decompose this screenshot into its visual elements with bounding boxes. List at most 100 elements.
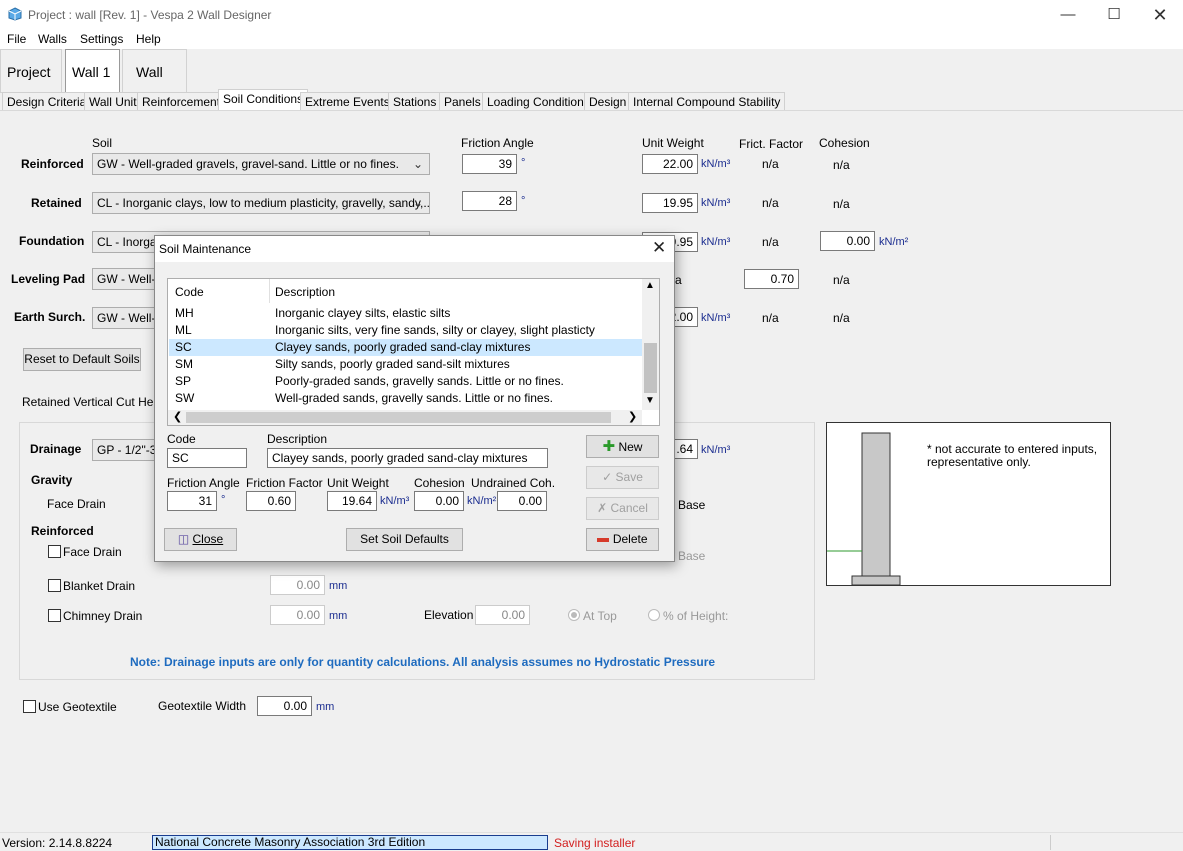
row-label-retained: Retained [31,196,82,210]
reinforced-soil-select[interactable]: GW - Well-graded gravels, gravel-sand. L… [92,153,430,175]
pct-height-radio[interactable] [648,609,660,621]
scroll-down-icon[interactable]: ▼ [645,395,655,406]
drainage-soil-select[interactable]: GP - 1/2"-3/ [92,439,162,461]
list-item-desc: Inorganic clayey silts, elastic silts [275,306,451,320]
list-item-selected[interactable]: SC Clayey sands, poorly graded sand-clay … [169,339,642,356]
close-window-icon[interactable]: ✕ [1137,0,1183,30]
dialog-close-button[interactable]: ◫ Close [164,528,237,551]
minus-icon [597,537,610,542]
cancel-button[interactable]: ✗ Cancel [586,497,659,520]
scroll-up-icon[interactable]: ▲ [645,280,655,291]
undrained-coh-input[interactable]: 0.00 [497,491,547,511]
elevation-input[interactable]: 0.00 [475,605,530,625]
menu-file[interactable]: File [7,32,26,46]
tab-wall[interactable]: Wall [122,49,187,93]
list-item[interactable]: SP Poorly-graded sands, gravelly sands. L… [169,373,642,390]
menu-walls[interactable]: Walls [38,32,67,46]
list-header-code: Code [175,285,204,299]
friction-factor-input[interactable]: 0.60 [246,491,296,511]
subtab-extreme-events[interactable]: Extreme Events [300,92,395,111]
hscrollbar-thumb[interactable] [186,412,611,423]
header-friction-angle: Friction Angle [461,136,534,150]
list-header-description: Description [275,285,336,299]
leveling-partial: a [675,273,682,287]
tab-project[interactable]: Project [0,49,62,93]
subtab-reinforcement[interactable]: Reinforcement [137,92,226,111]
retained-vertical-cut-label: Retained Vertical Cut Height [22,395,173,409]
horizontal-scrollbar[interactable]: ❮ ❯ [168,410,642,425]
earth-cohesion: n/a [833,311,850,325]
subtab-soil-conditions[interactable]: Soil Conditions [218,89,309,111]
description-input[interactable]: Clayey sands, poorly graded sand-clay mi… [267,448,548,468]
unit-knm3: kN/m³ [701,312,731,324]
new-button[interactable]: ✚ New [586,435,659,458]
list-item-code: SM [175,357,193,371]
tab-divider [0,110,1183,111]
degree-unit: ° [521,195,526,207]
retained-unit-weight-input[interactable]: 19.95 [642,193,698,213]
retained-soil-select[interactable]: CL - Inorganic clays, low to medium plas… [92,192,430,214]
leveling-friction-factor-input[interactable]: 0.70 [744,269,799,289]
subtab-design[interactable]: Design [584,92,632,111]
pct-height-label: % of Height: [663,609,729,623]
menu-settings[interactable]: Settings [80,32,123,46]
list-item[interactable]: MH Inorganic clayey silts, elastic silts [169,305,642,322]
list-item[interactable]: SM Silty sands, poorly graded sand-silt m… [169,356,642,373]
geotextile-width-input[interactable]: 0.00 [257,696,312,716]
status-divider [1050,835,1051,850]
maximize-icon[interactable]: ☐ [1091,0,1137,30]
set-soil-defaults-button[interactable]: Set Soil Defaults [346,528,463,551]
drainage-note: Note: Drainage inputs are only for quant… [130,655,716,669]
code-input[interactable]: SC [167,448,247,468]
reset-default-soils-button[interactable]: Reset to Default Soils [23,348,141,371]
unit-mm: mm [329,610,348,622]
subtab-design-criteria[interactable]: Design Criteria [2,92,92,111]
friction-factor-label: Friction Factor [246,476,323,490]
vertical-scrollbar[interactable]: ▲ ▼ [642,279,659,410]
save-button[interactable]: ✓ Save [586,466,659,489]
list-item[interactable]: ML Inorganic silts, very fine sands, silt… [169,322,642,339]
menu-help[interactable]: Help [136,32,161,46]
door-icon: ◫ [177,532,190,546]
close-button-label: Close [192,532,224,546]
chimney-drain-input[interactable]: 0.00 [270,605,325,625]
row-label-leveling-pad: Leveling Pad [11,272,86,286]
version-text: Version: 2.14.8.8224 [2,836,113,850]
geotextile-width-label: Geotextile Width [158,699,247,713]
chimney-drain-checkbox[interactable] [48,609,61,622]
subtab-internal-compound-stability[interactable]: Internal Compound Stability [628,92,786,111]
earth-frict-factor: n/a [762,311,779,325]
reinforced-friction-angle-input[interactable]: 39 [462,154,517,174]
scroll-right-icon[interactable]: ❯ [628,410,637,423]
foundation-frict-factor: n/a [762,235,779,249]
tab-wall-1[interactable]: Wall 1 [65,49,120,93]
foundation-cohesion-input[interactable]: 0.00 [820,231,875,251]
friction-angle-input[interactable]: 31 [167,491,217,511]
scrollbar-thumb[interactable] [644,343,657,393]
menu-bar: File Walls Settings Help [0,30,1183,49]
blanket-drain-checkbox[interactable] [48,579,61,592]
retained-friction-angle-input[interactable]: 28 [462,191,517,211]
header-unit-weight: Unit Weight [642,136,704,150]
soil-list[interactable]: Code Description MH Inorganic clayey silt… [167,278,660,426]
dialog-close-icon[interactable]: ✕ [652,238,666,258]
header-soil: Soil [92,136,113,150]
at-top-radio[interactable] [568,609,580,621]
face-drain-checkbox[interactable] [48,545,61,558]
scroll-left-icon[interactable]: ❮ [173,410,182,423]
subtab-stations[interactable]: Stations [388,92,442,111]
unit-weight-input[interactable]: 19.64 [327,491,377,511]
unit-knm2: kN/m² [879,236,909,248]
reinforced-unit-weight-input[interactable]: 22.00 [642,154,698,174]
minimize-icon[interactable]: — [1045,0,1091,30]
subtab-panels[interactable]: Panels [439,92,486,111]
subtab-loading-conditions[interactable]: Loading Conditions [482,92,595,111]
list-item[interactable]: SW Well-graded sands, gravelly sands. Lit… [169,390,642,407]
cohesion-input[interactable]: 0.00 [414,491,464,511]
subtab-wall-unit[interactable]: Wall Unit [84,92,142,111]
delete-button[interactable]: Delete [586,528,659,551]
at-top-label: At Top [583,609,617,623]
dialog-title-bar: Soil Maintenance ✕ [155,236,674,262]
blanket-drain-input[interactable]: 0.00 [270,575,325,595]
use-geotextile-checkbox[interactable] [23,700,36,713]
